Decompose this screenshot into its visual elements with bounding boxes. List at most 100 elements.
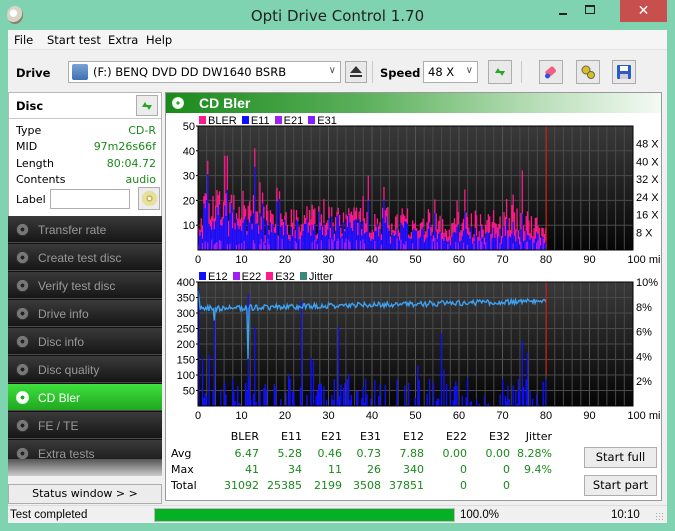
e11-bar: [387, 228, 389, 250]
e11-bar: [451, 237, 453, 250]
e11-bar: [478, 240, 480, 250]
e12-bar: [350, 394, 352, 406]
disc-refresh-button[interactable]: [136, 95, 158, 116]
sidebar-item-create-test-disc[interactable]: Create test disc: [8, 244, 162, 271]
sidebar-item-transfer-rate[interactable]: Transfer rate: [8, 216, 162, 243]
e11-bar: [224, 205, 226, 250]
e12-bar: [263, 388, 265, 406]
e11-bar: [494, 237, 496, 250]
sidebar-item-cd-bler[interactable]: CD Bler: [8, 384, 162, 411]
e11-bar: [230, 203, 232, 250]
e12-bar: [535, 393, 538, 406]
x-tick-label: 100 min: [627, 254, 661, 266]
e11-bar: [318, 211, 320, 250]
e12-bar: [456, 385, 458, 406]
stats-header-e22: E22: [446, 430, 467, 443]
status-text: Test completed: [10, 509, 88, 521]
e11-bar: [529, 239, 531, 250]
minimize-button[interactable]: [550, 0, 576, 22]
e21-bar: [499, 242, 501, 250]
e12-bar: [361, 397, 363, 406]
e21-bar: [235, 245, 238, 250]
y-tick-label: 30: [183, 171, 195, 183]
e21-bar: [405, 241, 407, 250]
e11-bar: [254, 166, 256, 250]
save-button[interactable]: [612, 60, 636, 84]
status-window-button[interactable]: Status window > >: [8, 484, 162, 504]
stats-cell-max-bler: 41: [245, 463, 259, 476]
e12-bar: [273, 383, 275, 406]
e11-bar: [298, 239, 300, 250]
e11-bar: [247, 219, 249, 250]
e11-bar: [430, 235, 432, 250]
e12-bar: [521, 340, 523, 406]
e11-bar: [453, 231, 456, 250]
e11-bar: [541, 236, 543, 250]
e11-bar: [475, 235, 478, 250]
close-button[interactable]: ✕: [620, 0, 667, 22]
e12-bar: [331, 395, 333, 406]
e12-bar: [435, 400, 437, 406]
e21-bar: [396, 238, 398, 250]
e12-bar: [445, 383, 448, 406]
y-tick-label: 40: [183, 146, 195, 158]
e21-bar: [532, 237, 534, 250]
erase-button[interactable]: [539, 60, 563, 84]
x-tick-label: 0: [195, 254, 201, 266]
e12-bar: [301, 300, 303, 406]
e12-bar: [428, 378, 431, 406]
menu-help[interactable]: Help: [146, 33, 172, 47]
e21-bar: [525, 242, 527, 250]
e12-bar: [231, 378, 234, 406]
menu-extra[interactable]: Extra: [108, 33, 138, 47]
disc-label-button[interactable]: [138, 187, 160, 210]
settings-button[interactable]: [576, 60, 600, 84]
e11-bar: [389, 243, 392, 250]
sidebar-item-verify-test-disc[interactable]: Verify test disc: [8, 272, 162, 299]
e12-bar: [336, 400, 338, 406]
start-part-button[interactable]: Start part: [584, 475, 657, 496]
menu-start-test[interactable]: Start test: [47, 33, 101, 47]
eject-button[interactable]: [345, 61, 367, 83]
e12-bar: [306, 395, 308, 406]
start-full-button[interactable]: Start full: [584, 447, 657, 468]
e21-bar: [216, 242, 218, 250]
stats-cell-total-e31: 3508: [353, 479, 381, 492]
cd-bler-panel: CD Bler BLER E11 E21 E31 10 20 30 40 50 8 X 16…: [165, 92, 662, 501]
e11-bar: [464, 211, 466, 250]
disc-info-contents: Contents audio: [16, 173, 156, 186]
e11-bar: [297, 221, 299, 250]
e11-bar: [448, 240, 450, 250]
e12-bar: [255, 401, 257, 406]
e11-bar: [503, 226, 505, 250]
e12-bar: [212, 390, 214, 406]
disc-icon: [16, 223, 29, 236]
e11-bar: [221, 225, 223, 250]
cd-icon: [142, 191, 157, 206]
e11-bar: [443, 240, 445, 250]
drive-select[interactable]: (F:) BENQ DVD DD DW1640 BSRB ∨: [68, 61, 341, 83]
e12-bar: [246, 390, 248, 406]
settings-icon: [581, 65, 595, 79]
e12-bar: [204, 392, 206, 406]
refresh-speed-button[interactable]: [488, 60, 512, 84]
speed-select[interactable]: 48 X ∨: [423, 61, 478, 83]
e11-bar: [460, 240, 462, 250]
e21-bar: [348, 239, 350, 250]
e11-bar: [517, 238, 520, 250]
disc-label-input[interactable]: [50, 189, 130, 209]
sidebar-item-fe-te[interactable]: FE / TE: [8, 412, 162, 439]
resize-grip[interactable]: [655, 512, 664, 521]
sidebar-item-disc-quality[interactable]: Disc quality: [8, 356, 162, 383]
menu-file[interactable]: File: [14, 33, 33, 47]
sidebar-item-drive-info[interactable]: Drive info: [8, 300, 162, 327]
e12-bar: [366, 394, 368, 406]
e11-bar: [335, 230, 337, 250]
e11-bar: [524, 240, 526, 250]
e21-bar: [238, 244, 240, 250]
sidebar-item-disc-info[interactable]: Disc info: [8, 328, 162, 355]
x-tick-label: 10: [235, 254, 247, 266]
e21-bar: [281, 238, 283, 250]
e11-bar: [378, 236, 380, 250]
maximize-button[interactable]: [577, 0, 603, 22]
